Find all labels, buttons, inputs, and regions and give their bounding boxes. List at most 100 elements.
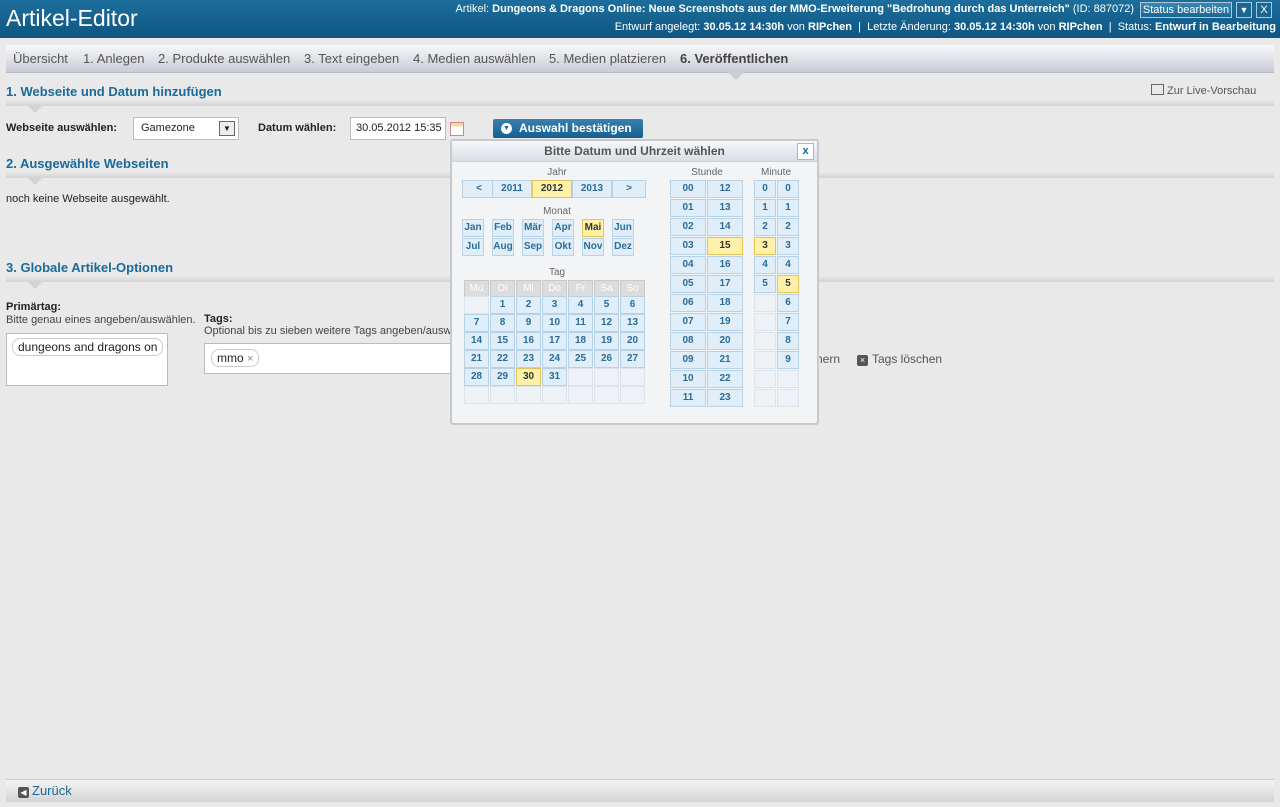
day-cell[interactable]: 14 — [464, 332, 489, 350]
hour-22[interactable]: 22 — [707, 370, 743, 388]
back-button[interactable]: ◀ Zurück — [18, 783, 72, 798]
minute-ones-3[interactable]: 3 — [777, 237, 799, 255]
hour-01[interactable]: 01 — [670, 199, 706, 217]
hour-11[interactable]: 11 — [670, 389, 706, 407]
live-preview-link[interactable]: Zur Live-Vorschau — [1151, 84, 1256, 97]
hour-07[interactable]: 07 — [670, 313, 706, 331]
clear-tags-button[interactable]: × Tags löschen — [857, 352, 942, 366]
minute-ones-0[interactable]: 0 — [777, 180, 799, 198]
hour-19[interactable]: 19 — [707, 313, 743, 331]
day-cell[interactable]: 23 — [516, 350, 541, 368]
minute-tens-0[interactable]: 0 — [754, 180, 776, 198]
primary-tag-chip[interactable]: dungeons and dragons on — [12, 338, 164, 356]
day-cell[interactable]: 21 — [464, 350, 489, 368]
day-cell[interactable]: 16 — [516, 332, 541, 350]
calendar-icon[interactable] — [450, 122, 464, 136]
day-cell[interactable]: 25 — [568, 350, 593, 368]
minute-ones-6[interactable]: 6 — [777, 294, 799, 312]
month-Aug[interactable]: Aug — [492, 238, 514, 256]
hour-06[interactable]: 06 — [670, 294, 706, 312]
minute-tens-4[interactable]: 4 — [754, 256, 776, 274]
chevron-down-icon[interactable]: ▼ — [219, 121, 235, 136]
day-cell[interactable]: 9 — [516, 314, 541, 332]
year-2011[interactable]: 2011 — [492, 180, 532, 198]
month-Nov[interactable]: Nov — [582, 238, 604, 256]
tab-media-place[interactable]: 5. Medien platzieren — [549, 51, 666, 66]
month-Mär[interactable]: Mär — [522, 219, 544, 237]
day-cell[interactable]: 10 — [542, 314, 567, 332]
hour-03[interactable]: 03 — [670, 237, 706, 255]
hour-02[interactable]: 02 — [670, 218, 706, 236]
confirm-selection-button[interactable]: ▼ Auswahl bestätigen — [493, 119, 643, 138]
day-cell[interactable]: 3 — [542, 296, 567, 314]
hour-09[interactable]: 09 — [670, 351, 706, 369]
website-select[interactable]: Gamezone ▼ — [133, 117, 239, 140]
day-cell[interactable]: 8 — [490, 314, 515, 332]
primary-tag-field[interactable]: dungeons and dragons on — [6, 333, 168, 386]
tab-text[interactable]: 3. Text eingeben — [304, 51, 399, 66]
hour-08[interactable]: 08 — [670, 332, 706, 350]
day-cell[interactable]: 26 — [594, 350, 619, 368]
day-cell[interactable]: 1 — [490, 296, 515, 314]
day-cell[interactable]: 17 — [542, 332, 567, 350]
day-cell[interactable]: 7 — [464, 314, 489, 332]
tab-publish[interactable]: 6. Veröffentlichen — [680, 51, 788, 66]
minute-ones-5[interactable]: 5 — [777, 275, 799, 293]
day-cell[interactable]: 31 — [542, 368, 567, 386]
year-2013[interactable]: 2013 — [572, 180, 612, 198]
month-Jan[interactable]: Jan — [462, 219, 484, 237]
minute-ones-4[interactable]: 4 — [777, 256, 799, 274]
day-cell[interactable]: 20 — [620, 332, 645, 350]
hour-14[interactable]: 14 — [707, 218, 743, 236]
day-cell[interactable]: 13 — [620, 314, 645, 332]
tab-overview[interactable]: Übersicht — [13, 51, 68, 66]
month-Sep[interactable]: Sep — [522, 238, 544, 256]
save-tags-link[interactable]: hern — [816, 352, 840, 366]
hour-13[interactable]: 13 — [707, 199, 743, 217]
day-cell[interactable]: 19 — [594, 332, 619, 350]
month-Mai[interactable]: Mai — [582, 219, 604, 237]
year-2012[interactable]: 2012 — [532, 180, 572, 198]
hour-12[interactable]: 12 — [707, 180, 743, 198]
hour-16[interactable]: 16 — [707, 256, 743, 274]
minute-ones-2[interactable]: 2 — [777, 218, 799, 236]
day-cell[interactable]: 4 — [568, 296, 593, 314]
minute-tens-2[interactable]: 2 — [754, 218, 776, 236]
tab-products[interactable]: 2. Produkte auswählen — [158, 51, 290, 66]
edit-status-button[interactable]: Status bearbeiten — [1140, 2, 1232, 18]
month-Apr[interactable]: Apr — [552, 219, 574, 237]
day-cell[interactable]: 30 — [516, 368, 541, 386]
month-Jun[interactable]: Jun — [612, 219, 634, 237]
day-cell[interactable]: 28 — [464, 368, 489, 386]
chevron-down-icon[interactable]: ▼ — [1236, 2, 1252, 18]
tag-chip[interactable]: mmo × — [211, 349, 260, 367]
minute-tens-5[interactable]: 5 — [754, 275, 776, 293]
remove-tag-icon[interactable]: × — [247, 353, 253, 365]
day-cell[interactable]: 11 — [568, 314, 593, 332]
hour-00[interactable]: 00 — [670, 180, 706, 198]
minute-ones-8[interactable]: 8 — [777, 332, 799, 350]
day-cell[interactable]: 27 — [620, 350, 645, 368]
tags-field[interactable]: mmo × — [204, 343, 456, 374]
next-year-button[interactable]: > — [612, 180, 646, 198]
hour-10[interactable]: 10 — [670, 370, 706, 388]
picker-close-button[interactable]: x — [797, 143, 814, 160]
minute-tens-3[interactable]: 3 — [754, 237, 776, 255]
day-cell[interactable]: 18 — [568, 332, 593, 350]
hour-04[interactable]: 04 — [670, 256, 706, 274]
day-cell[interactable]: 22 — [490, 350, 515, 368]
day-cell[interactable]: 15 — [490, 332, 515, 350]
hour-17[interactable]: 17 — [707, 275, 743, 293]
close-icon[interactable]: X — [1256, 2, 1272, 18]
tab-create[interactable]: 1. Anlegen — [83, 51, 144, 66]
day-cell[interactable]: 24 — [542, 350, 567, 368]
day-cell[interactable]: 6 — [620, 296, 645, 314]
hour-05[interactable]: 05 — [670, 275, 706, 293]
hour-15[interactable]: 15 — [707, 237, 743, 255]
hour-20[interactable]: 20 — [707, 332, 743, 350]
hour-18[interactable]: 18 — [707, 294, 743, 312]
day-cell[interactable]: 29 — [490, 368, 515, 386]
minute-tens-1[interactable]: 1 — [754, 199, 776, 217]
minute-ones-9[interactable]: 9 — [777, 351, 799, 369]
month-Dez[interactable]: Dez — [612, 238, 634, 256]
